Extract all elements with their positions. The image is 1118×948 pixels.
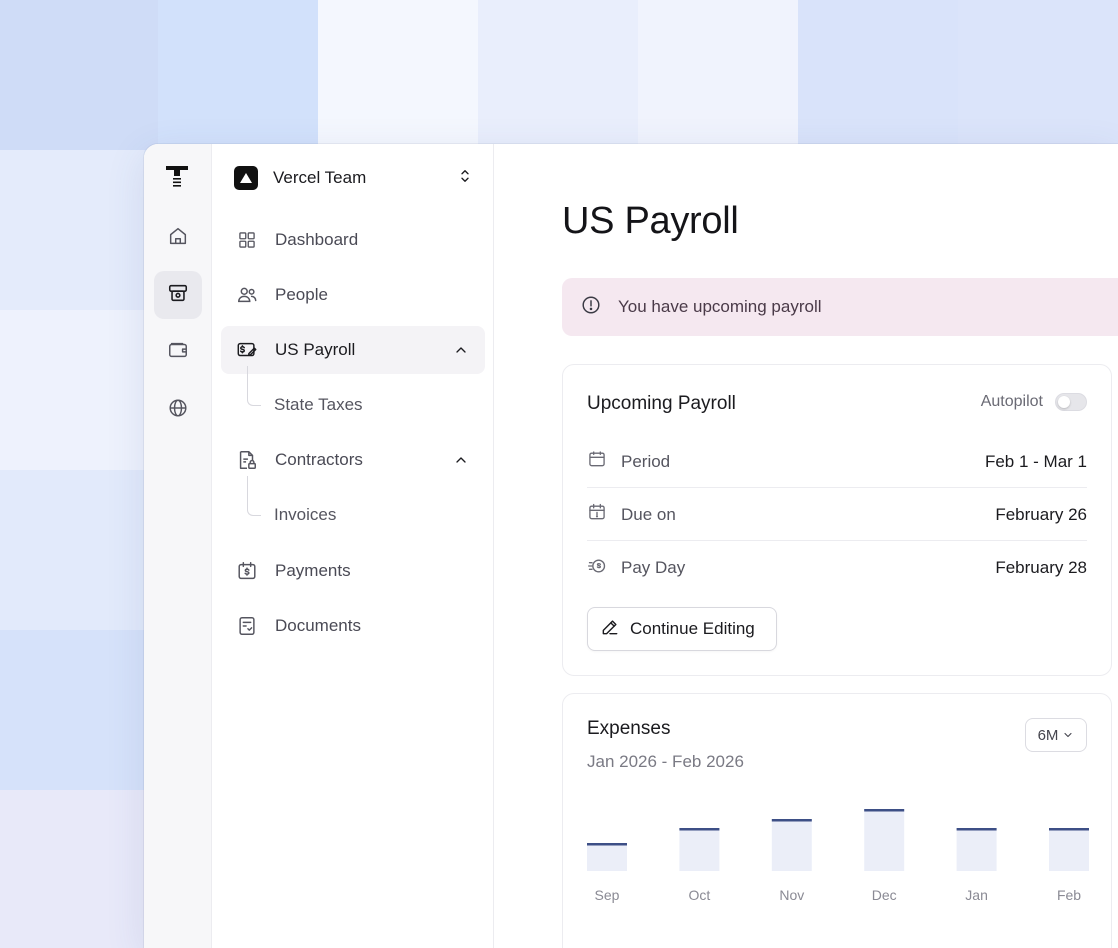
bar-oct[interactable] [679, 828, 720, 871]
row-value: February 26 [995, 504, 1087, 524]
card-title: Expenses [587, 718, 671, 739]
row-label: Period [621, 451, 671, 471]
payroll-register-icon [167, 282, 189, 309]
period-row: Period Feb 1 - Mar 1 [587, 436, 1087, 488]
icon-rail [144, 144, 212, 948]
page-title: US Payroll [562, 200, 739, 242]
continue-editing-label: Continue Editing [630, 619, 755, 638]
continue-editing-button[interactable]: Continue Editing [587, 607, 777, 651]
rail-payroll-button[interactable] [154, 271, 202, 319]
period-value: 6M [1037, 726, 1059, 744]
period-select[interactable]: 6M [1025, 718, 1087, 752]
home-icon [167, 225, 189, 252]
pencil-icon [600, 617, 620, 642]
sidebar-item-label: Contractors [275, 450, 363, 469]
row-label: Pay Day [621, 558, 686, 577]
app-window: Vercel Team Dashboard People US Payroll [144, 144, 1118, 948]
rail-wallet-button[interactable] [154, 328, 202, 376]
payroll-alert-banner: You have upcoming payroll [562, 278, 1118, 336]
date-range: Jan 2026 - Feb 2026 [587, 752, 744, 771]
sidebar-item-payments[interactable]: Payments [221, 547, 485, 595]
sidebar: Vercel Team Dashboard People US Payroll [212, 144, 494, 948]
autopilot-control: Autopilot [981, 393, 1087, 411]
bar-feb[interactable] [1049, 828, 1089, 871]
info-circle-icon [580, 294, 602, 321]
bar-nov[interactable] [771, 819, 812, 871]
row-label: Due on [621, 504, 676, 524]
document-lock-icon [235, 448, 259, 472]
brand-logo-icon [166, 164, 190, 192]
sidebar-item-label: People [275, 285, 328, 304]
x-tick-label: Jan [965, 887, 988, 903]
bar-dec[interactable] [864, 809, 905, 871]
chevron-down-icon [1062, 729, 1074, 741]
main-content: US Payroll You have upcoming payroll Upc… [494, 144, 1118, 948]
team-name: Vercel Team [273, 168, 367, 187]
sidebar-item-label: Documents [275, 616, 361, 635]
row-value: February 28 [995, 558, 1087, 577]
rail-global-button[interactable] [154, 386, 202, 434]
toggle-knob [1058, 396, 1070, 408]
autopilot-toggle[interactable] [1055, 393, 1087, 411]
checklist-icon [235, 614, 259, 638]
wallet-icon [167, 339, 189, 366]
autopilot-label: Autopilot [980, 393, 1043, 410]
tree-connector [247, 476, 261, 516]
alert-text: You have upcoming payroll [618, 297, 822, 316]
sidebar-item-invoices[interactable]: Invoices [272, 495, 472, 535]
due-on-row: Due on February 26 [587, 489, 1087, 541]
grid-icon [235, 228, 259, 252]
sidebar-item-people[interactable]: People [221, 271, 485, 319]
sidebar-item-label: Dashboard [275, 230, 359, 249]
bar-sep[interactable] [587, 843, 627, 871]
sidebar-item-label: Payments [275, 561, 351, 580]
upcoming-payroll-card: Upcoming Payroll Autopilot Period Feb 1 … [562, 364, 1112, 676]
calendar-icon [587, 449, 607, 474]
expenses-chart: Sep Oct Nov Dec Jan Feb [587, 809, 1089, 903]
x-tick-label: Dec [872, 887, 897, 903]
bar-cap-nov [771, 819, 812, 822]
globe-icon [167, 397, 189, 424]
vercel-logo-icon [234, 166, 258, 190]
sidebar-item-state-taxes[interactable]: State Taxes [272, 385, 472, 425]
x-tick-label: Sep [595, 887, 620, 903]
payroll-edit-icon [235, 338, 259, 362]
bar-cap-jan [956, 828, 997, 831]
bar-cap-feb [1049, 828, 1089, 831]
bar-cap-oct [679, 828, 720, 831]
row-value: Feb 1 - Mar 1 [984, 451, 1087, 471]
rail-home-button[interactable] [154, 214, 202, 262]
chevron-up-icon[interactable] [449, 338, 473, 362]
expenses-card: Expenses Jan 2026 - Feb 2026 6M Sep Oct No… [562, 693, 1112, 948]
sidebar-item-documents[interactable]: Documents [221, 602, 485, 650]
calendar-alert-icon [587, 502, 607, 527]
chevron-up-icon[interactable] [449, 448, 473, 472]
pay-day-row: Pay Day February 28 [587, 542, 1087, 594]
x-tick-label: Nov [779, 887, 804, 903]
bar-cap-sep [587, 843, 627, 846]
chevron-up-down-icon [456, 167, 474, 190]
team-switcher[interactable]: Vercel Team [234, 164, 474, 192]
sidebar-item-dashboard[interactable]: Dashboard [221, 216, 485, 264]
bar-cap-dec [864, 809, 905, 812]
coin-icon [587, 556, 607, 581]
bar-jan[interactable] [956, 828, 997, 871]
sidebar-item-label: US Payroll [275, 340, 356, 359]
calendar-dollar-icon [235, 559, 259, 583]
x-tick-label: Oct [689, 887, 711, 903]
x-tick-label: Feb [1057, 887, 1081, 903]
card-title: Upcoming Payroll [587, 393, 736, 414]
tree-connector [247, 366, 261, 406]
users-icon [235, 283, 259, 307]
